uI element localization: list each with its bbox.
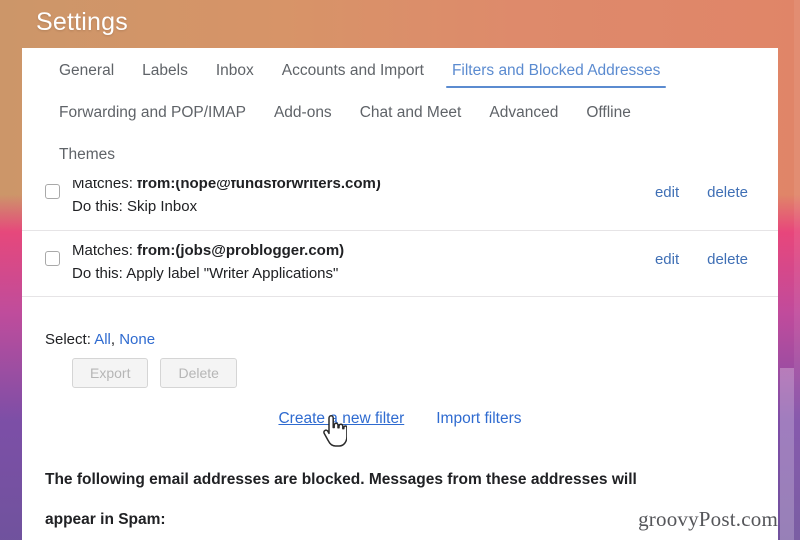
select-separator: ,	[110, 331, 116, 349]
blocked-note-line-1: The following email addresses are blocke…	[45, 471, 637, 489]
settings-tab-strip: General Labels Inbox Accounts and Import…	[22, 48, 778, 175]
filter-matches-line: Matches: from:(nope@fundsforwriters.com)	[72, 180, 655, 196]
filter-links-row: Create a new filter Import filters	[22, 388, 778, 432]
tab-themes[interactable]: Themes	[45, 132, 129, 174]
filter-row-description: Matches: from:(nope@fundsforwriters.com)…	[72, 180, 655, 219]
tab-general[interactable]: General	[45, 48, 128, 90]
page-scrollbar-track[interactable]	[794, 0, 800, 540]
tab-forwarding-and-pop-imap[interactable]: Forwarding and POP/IMAP	[45, 90, 260, 132]
tab-add-ons[interactable]: Add-ons	[260, 90, 346, 132]
tab-filters-and-blocked-addresses[interactable]: Filters and Blocked Addresses	[438, 48, 675, 90]
select-label: Select:	[45, 331, 91, 349]
filter-action-value: Apply label "Writer Applications"	[126, 264, 339, 282]
tab-accounts-and-import[interactable]: Accounts and Import	[268, 48, 438, 90]
import-filters-link[interactable]: Import filters	[436, 410, 521, 428]
select-row: Select: All, None	[22, 320, 778, 350]
filter-row-description: Matches: from:(jobs@problogger.com) Do t…	[72, 240, 655, 286]
tab-row-3: Themes	[22, 132, 778, 174]
delete-filter-link[interactable]: delete	[707, 251, 748, 268]
filter-row-actions: edit delete	[655, 184, 756, 201]
tab-inbox[interactable]: Inbox	[202, 48, 268, 90]
filter-action-label: Do this:	[72, 264, 123, 282]
edit-filter-link[interactable]: edit	[655, 251, 679, 268]
settings-card: General Labels Inbox Accounts and Import…	[22, 48, 778, 540]
tab-offline[interactable]: Offline	[572, 90, 645, 132]
filter-action-line: Do this: Apply label "Writer Application…	[72, 263, 655, 286]
filter-row-checkbox[interactable]	[45, 250, 60, 266]
filter-action-line: Do this: Skip Inbox	[72, 196, 655, 219]
page-title: Settings	[36, 8, 128, 36]
page-scrollbar-thumb[interactable]	[780, 368, 794, 540]
filters-list: Matches: from:(nope@fundsforwriters.com)…	[22, 180, 778, 298]
filter-action-label: Do this:	[72, 197, 123, 215]
select-none-link[interactable]: None	[119, 331, 155, 348]
filter-matches-value: from:(jobs@problogger.com)	[137, 241, 345, 259]
filter-action-value: Skip Inbox	[127, 197, 198, 215]
tab-labels[interactable]: Labels	[128, 48, 202, 90]
watermark: groovyPost.com	[638, 507, 778, 531]
tab-chat-and-meet[interactable]: Chat and Meet	[346, 90, 476, 132]
tab-advanced[interactable]: Advanced	[475, 90, 572, 132]
tab-row-1: General Labels Inbox Accounts and Import…	[22, 48, 778, 90]
export-button[interactable]: Export	[72, 358, 149, 389]
filter-row-checkbox[interactable]	[45, 184, 60, 200]
tab-row-2: Forwarding and POP/IMAP Add-ons Chat and…	[22, 90, 778, 132]
filters-list-scroll-area[interactable]: Matches: from:(nope@fundsforwriters.com)…	[22, 180, 778, 320]
table-row[interactable]: Matches: from:(nope@fundsforwriters.com)…	[22, 180, 778, 231]
filter-row-actions: edit delete	[655, 251, 756, 268]
delete-filter-link[interactable]: delete	[707, 184, 748, 201]
bulk-action-buttons: Export Delete	[22, 350, 778, 389]
filter-matches-value: from:(nope@fundsforwriters.com)	[137, 180, 381, 193]
create-new-filter-link[interactable]: Create a new filter	[278, 410, 404, 428]
edit-filter-link[interactable]: edit	[655, 184, 679, 201]
delete-button[interactable]: Delete	[160, 358, 237, 389]
select-all-link[interactable]: All	[94, 331, 111, 348]
filter-matches-label: Matches:	[72, 180, 133, 193]
filter-matches-label: Matches:	[72, 241, 133, 259]
filter-matches-line: Matches: from:(jobs@problogger.com)	[72, 240, 655, 263]
table-row[interactable]: Matches: from:(jobs@problogger.com) Do t…	[22, 230, 778, 298]
